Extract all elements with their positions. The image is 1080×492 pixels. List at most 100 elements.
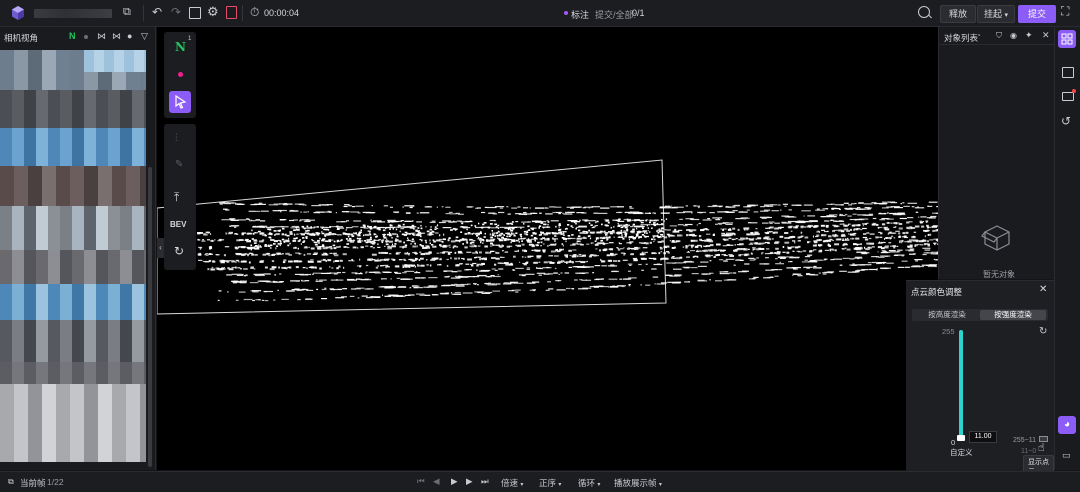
point [861,243,862,245]
point [763,237,768,239]
point [527,269,531,270]
point [382,242,384,244]
play-icon[interactable]: ▶ [451,476,458,487]
point [295,204,305,205]
point [674,247,676,249]
point [547,238,550,240]
camera-expand-icon[interactable]: ⋈ [97,31,106,42]
help-icon[interactable]: ◔ [976,31,981,40]
gear-icon[interactable]: ⚙ [207,4,219,20]
intensity-slider-track[interactable] [959,330,963,439]
display-frame-dropdown[interactable]: 播放展示帧 ▾ [614,477,662,489]
rail-bottom-icon[interactable]: ▭ [1062,450,1071,461]
north-tool[interactable]: N 1 [168,36,192,60]
close-icon[interactable]: ✕ [1042,30,1050,41]
camera-thumbnail-4[interactable] [0,284,146,362]
order-dropdown[interactable]: 正序 ▾ [539,477,561,489]
select-tool[interactable] [169,91,191,113]
rail-grid-button[interactable] [1058,30,1076,48]
tab-render-height[interactable]: 按高度渲染 [914,310,980,320]
color-panel-title: 点云颜色调整 [911,286,962,298]
upload-icon[interactable]: ⤒ [174,190,179,205]
brush-icon[interactable]: ✎ [175,159,183,170]
annotation-bounding-box[interactable] [157,160,666,314]
point [632,229,635,231]
point [549,255,554,256]
camera-collapse-icon[interactable]: ⋈ [112,31,121,42]
measure-icon[interactable]: ⫶ [175,133,178,144]
point [629,220,631,222]
prev-frame-icon[interactable]: ◀ [433,476,440,487]
point [906,222,909,224]
camera-thumbnail-1[interactable] [0,50,146,128]
submit-button[interactable]: 提交 [1018,5,1056,23]
point [934,265,936,266]
point [472,263,476,264]
camera-panel-scrollbar[interactable] [148,167,152,467]
point [728,222,733,223]
last-frame-icon[interactable]: ⏭ [481,476,489,487]
point [914,259,922,260]
point [640,284,642,285]
list-icon[interactable] [1062,67,1074,78]
loop-dropdown[interactable]: 循环 ▾ [578,477,600,489]
crosshair-icon[interactable]: ✦ [1025,30,1033,41]
eye-icon[interactable]: ◉ [1010,31,1017,40]
tab-render-intensity[interactable]: 按强度渲染 [980,310,1046,320]
point [521,240,523,242]
progress-label: 提交/全部: [595,8,636,21]
point [869,238,872,239]
camera-thumbnail-2[interactable] [0,128,146,206]
redo-icon[interactable]: ↷ [171,5,181,19]
camera-filter-icon[interactable]: ▽ [141,31,148,42]
point [559,223,561,225]
point [823,241,825,242]
point [537,257,541,259]
refresh-icon[interactable]: ↻ [174,244,184,258]
point [205,261,210,262]
reset-icon[interactable]: ↻ [1039,326,1047,337]
point [600,259,601,261]
point [498,268,503,269]
point [508,229,509,231]
speed-dropdown[interactable]: 倍速 ▾ [501,477,523,489]
undo-icon[interactable]: ↶ [152,5,162,19]
point [634,212,642,213]
next-frame-icon[interactable]: ▶ [466,476,473,487]
point [602,231,604,232]
point [577,267,586,268]
camera-thumbnail-3[interactable] [0,206,146,284]
history-icon[interactable]: ↺ [1061,114,1071,128]
save-icon[interactable] [189,7,201,19]
camera-thumbnail-5[interactable] [0,362,146,462]
copy-icon[interactable]: ⧉ [123,6,131,19]
first-frame-icon[interactable]: ⏮ [417,476,425,487]
point-tool[interactable] [168,64,192,86]
camera-n-icon[interactable]: N [69,31,76,41]
shield-icon[interactable]: ⛉ [996,31,1002,41]
point [818,245,819,246]
point [572,249,576,250]
point [336,212,337,213]
collapse-left-handle[interactable]: ‹ [157,238,164,258]
rail-palette-button[interactable]: ◕ [1058,416,1076,434]
point [298,248,299,250]
release-button[interactable]: 释放 [940,5,976,23]
camera-pin-icon[interactable]: ● [127,31,132,41]
color-panel-close-icon[interactable]: ✕ [1039,284,1047,295]
bev-button[interactable]: BEV [170,220,186,229]
point [688,251,689,252]
notes-icon[interactable] [226,6,237,19]
point [439,222,446,223]
suspend-button[interactable]: 挂起 ▾ [977,5,1015,23]
fullscreen-icon[interactable]: ⛶ [1061,4,1069,19]
point [555,268,557,269]
point [500,239,502,241]
intensity-value-input[interactable]: 11.00 [969,431,997,443]
point [629,206,632,207]
monitor-icon[interactable] [1062,92,1074,101]
intensity-slider-handle[interactable] [957,435,965,441]
point [318,242,320,244]
point-cloud-viewport[interactable]: ‹ [157,27,938,470]
camera-dot-icon[interactable] [84,35,88,39]
